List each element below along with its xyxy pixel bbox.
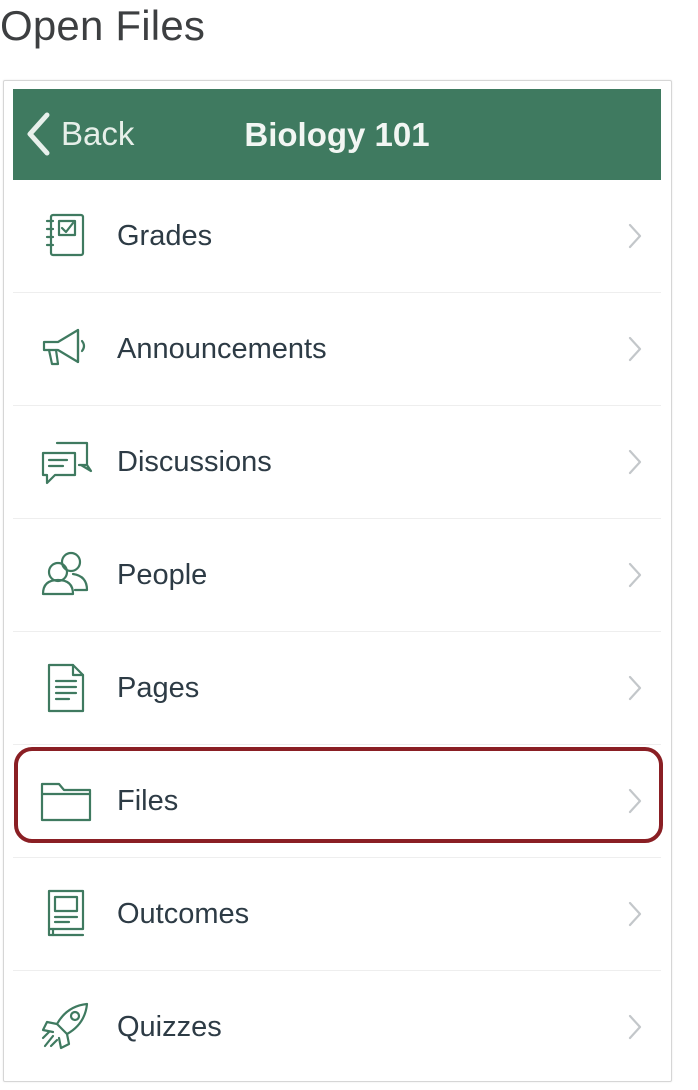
chevron-right-icon	[628, 562, 642, 588]
back-label: Back	[61, 115, 135, 152]
people-icon	[39, 548, 93, 602]
menu-item-announcements[interactable]: Announcements	[13, 293, 661, 406]
menu-item-files[interactable]: Files	[13, 745, 661, 858]
discussion-icon	[39, 435, 93, 489]
menu-item-label: People	[117, 558, 208, 591]
menu-item-pages[interactable]: Pages	[13, 632, 661, 745]
menu-item-label: Outcomes	[117, 897, 250, 930]
rocket-icon	[39, 1000, 93, 1054]
chevron-left-icon	[27, 112, 50, 156]
chevron-right-icon	[628, 901, 642, 927]
doc-title: Open Files	[0, 2, 206, 49]
menu-item-outcomes[interactable]: Outcomes	[13, 858, 661, 971]
outcomes-icon	[39, 887, 93, 941]
menu-item-label: Grades	[117, 219, 213, 252]
menu-item-grades[interactable]: Grades	[13, 180, 661, 293]
folder-icon	[39, 774, 93, 828]
chevron-right-icon	[628, 675, 642, 701]
menu-item-people[interactable]: People	[13, 519, 661, 632]
menu-item-label: Announcements	[117, 332, 327, 365]
chevron-right-icon	[628, 223, 642, 249]
back-button[interactable]: Back	[25, 109, 134, 159]
menu-item-quizzes[interactable]: Quizzes	[13, 971, 661, 1081]
menu-item-label: Pages	[117, 671, 200, 704]
chevron-right-icon	[628, 336, 642, 362]
menu-item-discussions[interactable]: Discussions	[13, 406, 661, 519]
menu-item-label: Quizzes	[117, 1010, 222, 1043]
app-screen: Back Biology 101 Grades Announcements Di…	[3, 80, 672, 1082]
chevron-right-icon	[628, 1014, 642, 1040]
gradebook-icon	[39, 209, 93, 263]
course-navbar: Back Biology 101	[13, 89, 661, 180]
chevron-right-icon	[628, 449, 642, 475]
chevron-right-icon	[628, 788, 642, 814]
megaphone-icon	[39, 322, 93, 376]
document-icon	[39, 661, 93, 715]
menu-item-label: Files	[117, 784, 179, 817]
menu-item-label: Discussions	[117, 445, 272, 478]
course-menu-list: Grades Announcements Discussions People …	[13, 180, 661, 1081]
